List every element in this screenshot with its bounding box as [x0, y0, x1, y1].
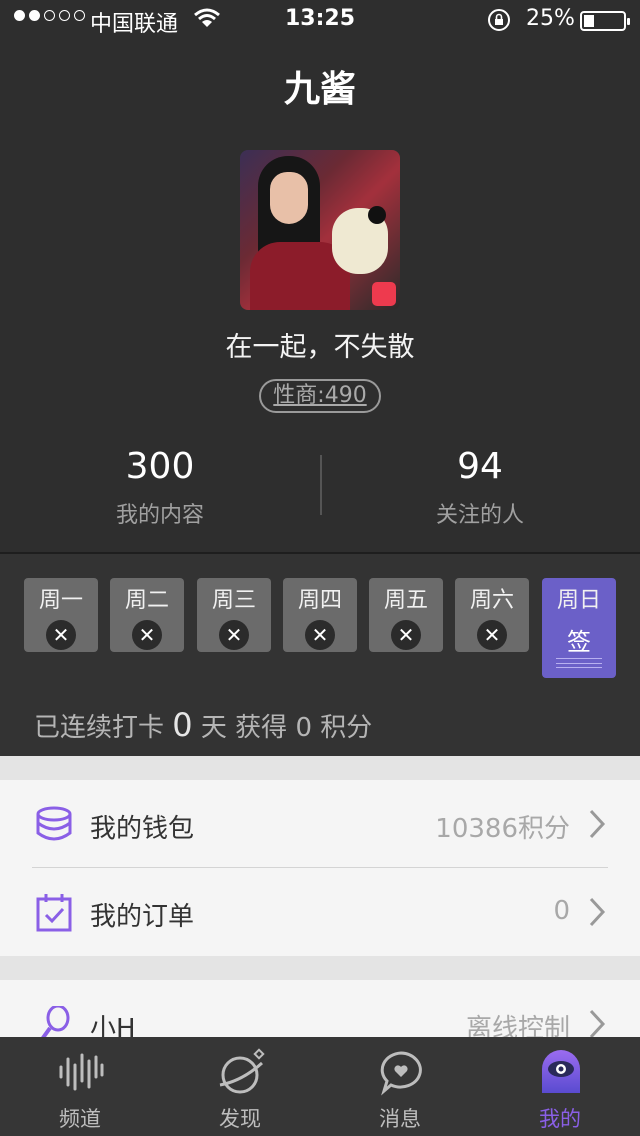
xiaoh-status: 离线控制: [465, 1014, 570, 1037]
chevron-right-icon: [589, 1009, 606, 1037]
wallet-coins-icon: [36, 806, 72, 841]
wallet-points: 10386积分: [435, 814, 570, 844]
wallet-orders-list: 我的钱包 10386积分 我的订单 0: [0, 780, 640, 956]
missed-icon: ✕: [46, 620, 76, 650]
my-content-stat[interactable]: 300 我的内容: [0, 446, 320, 529]
device-list: 小H 离线控制: [0, 980, 640, 1037]
checkin-label: 签: [567, 628, 591, 656]
missed-icon: ✕: [305, 620, 335, 650]
page-title: 九酱: [283, 69, 356, 110]
wand-icon: [41, 1006, 70, 1037]
checkin-button[interactable]: 周日 签: [542, 578, 616, 678]
my-content-label: 我的内容: [115, 503, 204, 528]
following-stat[interactable]: 94 关注的人: [320, 446, 640, 529]
checkin-streak: 已连续打卡 0 天 获得 0 积分: [34, 706, 373, 744]
day-friday: 周五 ✕: [369, 578, 443, 652]
soundwave-icon: [59, 1053, 104, 1091]
tab-bar: 频道 发现 消息 我的: [0, 1037, 640, 1136]
section-gap: [0, 956, 640, 980]
planet-icon: [219, 1048, 265, 1094]
orders-row[interactable]: 我的订单 0: [0, 868, 640, 956]
missed-icon: ✕: [477, 620, 507, 650]
day-saturday: 周六 ✕: [455, 578, 529, 652]
orders-count: 0: [553, 896, 570, 926]
tab-messages[interactable]: 消息: [320, 1037, 480, 1136]
day-monday: 周一 ✕: [24, 578, 98, 652]
following-count: 94: [457, 446, 503, 487]
checkin-section: 周一 ✕ 周二 ✕ 周三 ✕ 周四 ✕ 周五 ✕ 周六 ✕ 周日 签 已连续打卡…: [0, 554, 640, 756]
my-content-count: 300: [125, 446, 195, 487]
missed-icon: ✕: [132, 620, 162, 650]
sex-quotient-badge[interactable]: 性商:490: [259, 379, 381, 413]
day-thursday: 周四 ✕: [283, 578, 357, 652]
tab-channels[interactable]: 频道: [0, 1037, 160, 1136]
following-label: 关注的人: [435, 503, 524, 528]
rotation-lock-icon: [488, 9, 510, 31]
section-gap: [0, 756, 640, 780]
tab-discover[interactable]: 发现: [160, 1037, 320, 1136]
wallet-row[interactable]: 我的钱包 10386积分: [0, 780, 640, 868]
profile-slogan: 在一起，不失散: [225, 332, 415, 363]
chat-heart-icon: [380, 1051, 422, 1096]
tab-me[interactable]: 我的: [480, 1037, 640, 1136]
chevron-right-icon: [589, 897, 606, 927]
xiaoh-row[interactable]: 小H 离线控制: [0, 980, 640, 1037]
missed-icon: ✕: [391, 620, 421, 650]
calendar-check-icon: [36, 894, 72, 932]
status-bar: 中国联通 13:25 25%: [0, 0, 640, 40]
day-wednesday: 周三 ✕: [197, 578, 271, 652]
battery-icon: [580, 11, 630, 31]
chevron-right-icon: [589, 809, 606, 839]
avatar[interactable]: [240, 150, 400, 310]
missed-icon: ✕: [219, 620, 249, 650]
avatar-badge: [372, 282, 396, 306]
day-tuesday: 周二 ✕: [110, 578, 184, 652]
battery-percent: 25%: [526, 6, 575, 31]
eye-bot-icon: [542, 1050, 580, 1093]
